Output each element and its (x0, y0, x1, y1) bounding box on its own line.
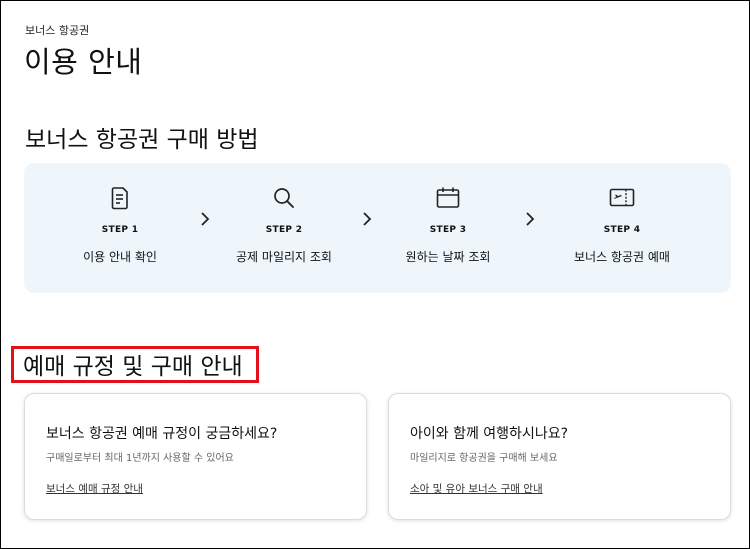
card-title: 보너스 항공권 예매 규정이 궁금하세요? (46, 426, 278, 442)
step-number: STEP 3 (429, 225, 467, 235)
purchase-method-title: 보너스 항공권 구매 방법 (25, 127, 259, 153)
page-title: 이용 안내 (24, 45, 143, 79)
calendar-icon (436, 187, 460, 208)
step-1: STEP 1 이용 안내 확인 (45, 163, 195, 293)
card-description: 구매일로부터 최대 1년까지 사용할 수 있어요 (46, 453, 234, 464)
document-icon (111, 187, 128, 210)
step-3: STEP 3 원하는 날짜 조회 (373, 163, 523, 293)
chevron-right-icon (363, 212, 372, 226)
step-label: 원하는 날짜 조회 (405, 250, 491, 264)
ticket-icon (609, 188, 635, 207)
chevron-right-icon (526, 212, 535, 226)
search-icon (274, 188, 294, 208)
bonus-rules-link[interactable]: 보너스 예매 규정 안내 (46, 481, 143, 496)
child-infant-bonus-link[interactable]: 소아 및 유아 보너스 구매 안내 (410, 481, 543, 496)
breadcrumb[interactable]: 보너스 항공권 (25, 22, 89, 38)
card-description: 마일리지로 항공권을 구매해 보세요 (410, 453, 558, 464)
step-number: STEP 2 (265, 225, 303, 235)
step-label: 공제 마일리지 조회 (236, 250, 332, 264)
step-number: STEP 4 (603, 225, 641, 235)
child-travel-card: 아이와 함께 여행하시나요? 마일리지로 항공권을 구매해 보세요 소아 및 유… (388, 393, 731, 520)
step-number: STEP 1 (101, 225, 139, 235)
step-2: STEP 2 공제 마일리지 조회 (209, 163, 359, 293)
step-label: 보너스 항공권 예매 (574, 250, 670, 264)
rules-card: 보너스 항공권 예매 규정이 궁금하세요? 구매일로부터 최대 1년까지 사용할… (24, 393, 367, 520)
card-title: 아이와 함께 여행하시나요? (410, 426, 569, 442)
highlight-annotation-box (11, 346, 259, 383)
step-label: 이용 안내 확인 (83, 250, 157, 264)
step-4: STEP 4 보너스 항공권 예매 (547, 163, 697, 293)
purchase-steps-panel: STEP 1 이용 안내 확인 STEP 2 공제 마일리지 조회 STEP 3… (24, 163, 731, 293)
